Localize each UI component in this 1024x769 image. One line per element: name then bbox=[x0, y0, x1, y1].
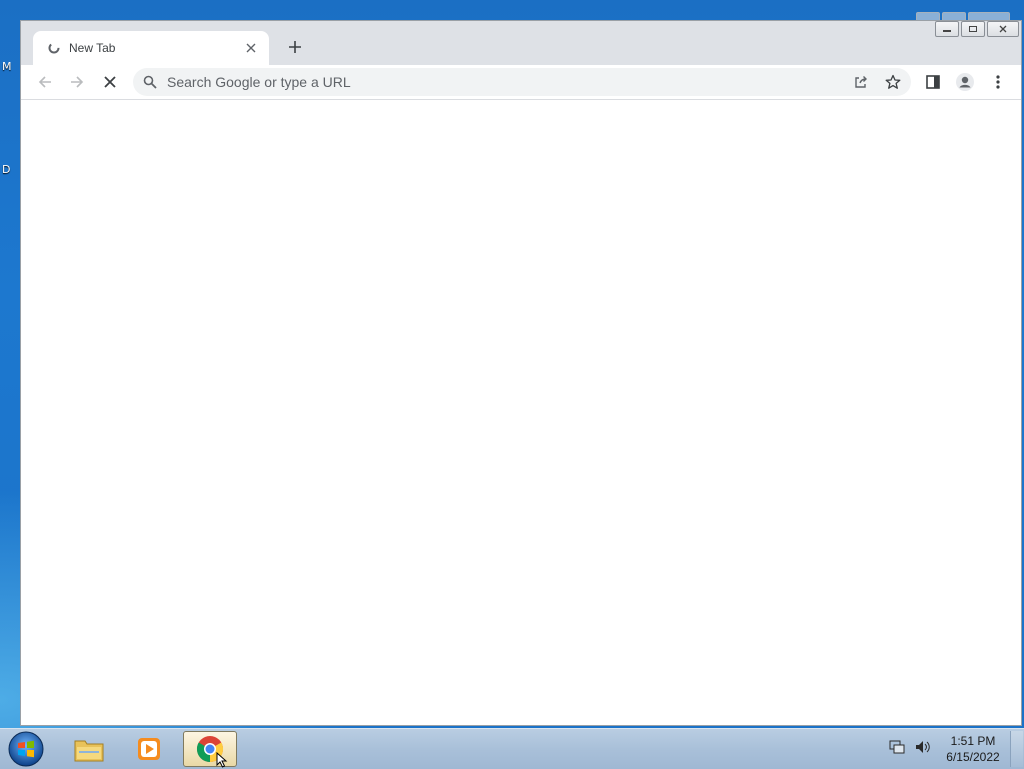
profile-icon bbox=[956, 73, 974, 91]
mouse-cursor-icon bbox=[216, 752, 228, 768]
close-icon bbox=[999, 25, 1007, 33]
search-icon bbox=[143, 74, 159, 90]
tab-new-tab[interactable]: New Tab bbox=[33, 31, 269, 65]
back-button[interactable] bbox=[33, 70, 57, 94]
address-input[interactable] bbox=[167, 72, 911, 92]
plus-icon bbox=[289, 41, 301, 53]
file-explorer-icon bbox=[74, 740, 104, 762]
menu-button[interactable] bbox=[986, 70, 1010, 94]
back-icon bbox=[38, 76, 51, 88]
clock[interactable]: 1:51 PM 6/15/2022 bbox=[938, 733, 1008, 765]
minimize-button[interactable] bbox=[935, 21, 959, 37]
omnibox[interactable] bbox=[133, 68, 911, 96]
restore-button[interactable] bbox=[961, 21, 985, 37]
stop-icon bbox=[104, 76, 116, 88]
close-tab-icon[interactable] bbox=[243, 40, 259, 56]
side-panel-icon bbox=[926, 75, 940, 89]
window-controls bbox=[935, 21, 1019, 37]
show-desktop-button[interactable] bbox=[1010, 731, 1023, 767]
windows-start-icon bbox=[8, 731, 44, 767]
loading-spinner-icon bbox=[47, 41, 61, 55]
tab-title: New Tab bbox=[69, 41, 116, 55]
taskbar-chrome[interactable] bbox=[183, 731, 237, 767]
clock-date: 6/15/2022 bbox=[946, 750, 1000, 764]
share-button[interactable] bbox=[849, 70, 873, 94]
taskbar: 1:51 PM 6/15/2022 bbox=[0, 728, 1024, 769]
close-window-button[interactable] bbox=[987, 21, 1019, 37]
page-content[interactable] bbox=[21, 100, 1021, 725]
tab-strip: New Tab bbox=[21, 21, 1021, 71]
profile-button[interactable] bbox=[953, 70, 977, 94]
system-tray bbox=[888, 739, 932, 755]
start-button[interactable] bbox=[6, 730, 46, 768]
bookmark-star-icon bbox=[885, 74, 901, 89]
stop-button[interactable] bbox=[98, 70, 122, 94]
forward-icon bbox=[71, 76, 84, 88]
desktop-icon-label[interactable]: M bbox=[2, 60, 12, 73]
browser-toolbar bbox=[21, 65, 1021, 100]
new-tab-button[interactable] bbox=[283, 35, 307, 59]
menu-icon bbox=[996, 75, 1000, 89]
clock-time: 1:51 PM bbox=[950, 734, 996, 748]
side-panel-button[interactable] bbox=[921, 70, 945, 94]
volume-icon[interactable] bbox=[914, 739, 932, 755]
forward-button[interactable] bbox=[65, 70, 89, 94]
share-icon bbox=[855, 76, 867, 88]
network-icon[interactable] bbox=[888, 739, 906, 755]
taskbar-media-player[interactable] bbox=[122, 731, 176, 767]
media-player-icon bbox=[138, 738, 160, 760]
browser-window: New Tab bbox=[20, 20, 1022, 726]
taskbar-file-explorer[interactable] bbox=[62, 731, 116, 767]
bookmark-button[interactable] bbox=[881, 70, 905, 94]
minimize-icon bbox=[943, 30, 951, 32]
restore-icon bbox=[969, 26, 977, 32]
desktop-icon-label[interactable]: D bbox=[2, 163, 10, 176]
